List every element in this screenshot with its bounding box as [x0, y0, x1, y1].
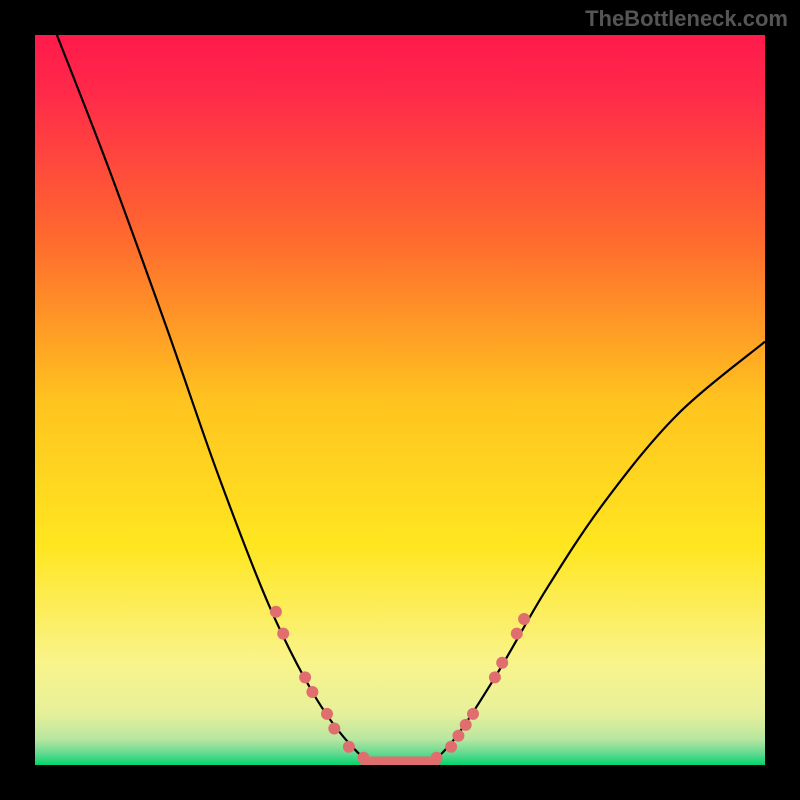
chart-svg — [35, 35, 765, 765]
data-marker — [467, 708, 479, 720]
data-marker — [452, 730, 464, 742]
data-marker — [270, 606, 282, 618]
chart-background — [35, 35, 765, 765]
chart-plot-area — [35, 35, 765, 765]
data-marker — [445, 741, 457, 753]
data-marker — [460, 719, 472, 731]
data-marker — [343, 741, 355, 753]
data-marker — [489, 671, 501, 683]
data-marker — [277, 628, 289, 640]
data-marker — [328, 723, 340, 735]
data-marker — [299, 671, 311, 683]
data-marker — [321, 708, 333, 720]
data-marker — [511, 628, 523, 640]
data-marker — [306, 686, 318, 698]
data-marker — [431, 752, 443, 764]
watermark-text: TheBottleneck.com — [585, 6, 788, 32]
data-marker — [358, 752, 370, 764]
data-marker — [518, 613, 530, 625]
data-marker — [496, 657, 508, 669]
